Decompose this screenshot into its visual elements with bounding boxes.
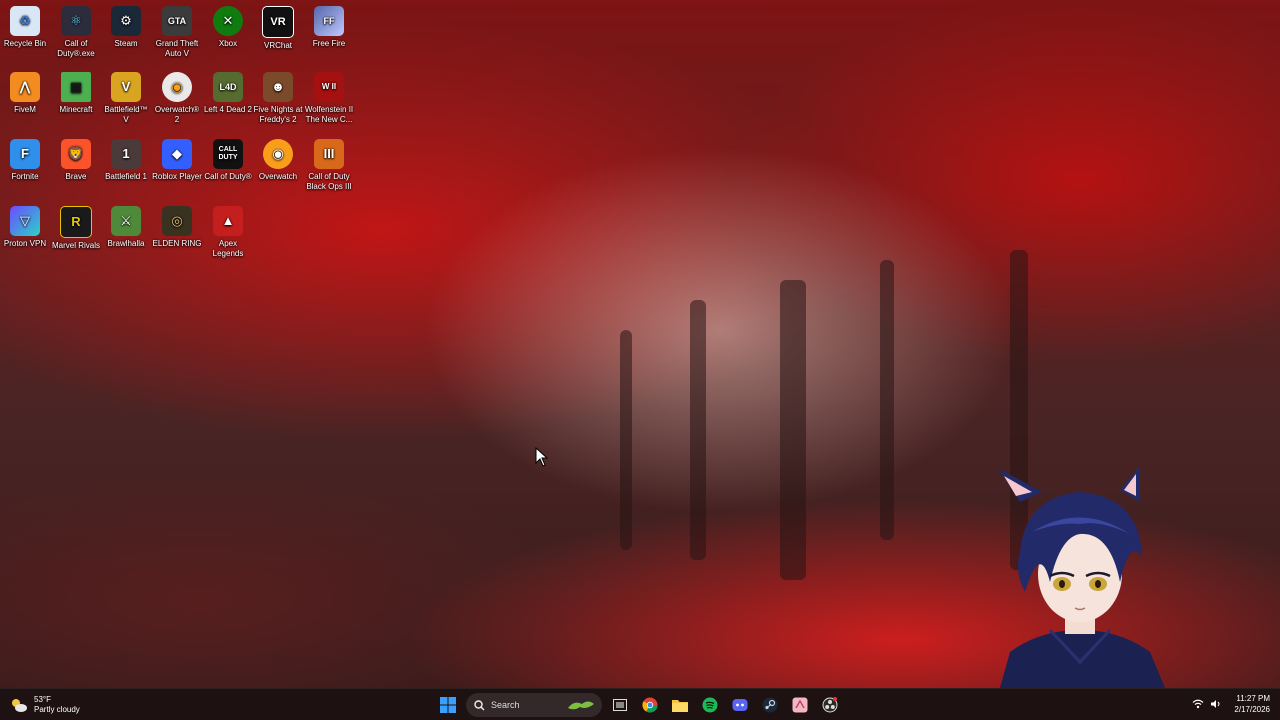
- desktop-icon-gta-v[interactable]: GTA Grand Theft Auto V: [152, 2, 202, 59]
- desktop-icon-battlefield-v[interactable]: V Battlefield™ V: [101, 68, 151, 125]
- vtuber-app-icon: [792, 697, 808, 713]
- brave-icon: 🦁: [61, 139, 91, 169]
- taskbar-obs[interactable]: [818, 693, 842, 717]
- desktop-icon-proton-vpn[interactable]: ▽ Proton VPN: [0, 202, 50, 249]
- desktop-icon-fortnite[interactable]: F Fortnite: [0, 135, 50, 182]
- minecraft-icon: ▦: [61, 72, 91, 102]
- desktop-icon-free-fire[interactable]: FF Free Fire: [304, 2, 354, 49]
- elden-ring-icon: ◎: [162, 206, 192, 236]
- mouse-cursor-icon: [535, 447, 549, 467]
- fnaf-icon: ☻: [263, 72, 293, 102]
- overwatch-icon: ◉: [162, 72, 192, 102]
- taskbar-search[interactable]: Search: [466, 693, 602, 717]
- proton-vpn-icon: ▽: [10, 206, 40, 236]
- desktop-icon-brave[interactable]: 🦁 Brave: [51, 135, 101, 182]
- desktop-icon-black-ops-3[interactable]: III Call of Duty Black Ops III: [304, 135, 354, 192]
- vrchat-icon: VR: [262, 6, 294, 38]
- desktop-icon-wolfenstein-2[interactable]: W II Wolfenstein II The New C...: [304, 68, 354, 125]
- system-tray: 11:27 PM 2/17/2026: [1192, 693, 1270, 715]
- steam-icon: ⚙: [111, 6, 141, 36]
- vtuber-avatar: [998, 466, 1165, 688]
- desktop-icon-vrchat[interactable]: VR VRChat: [253, 2, 303, 51]
- desktop-icon-elden-ring[interactable]: ◎ ELDEN RING: [152, 202, 202, 249]
- desktop-icon-minecraft[interactable]: ▦ Minecraft: [51, 68, 101, 115]
- steam-icon: [762, 697, 778, 713]
- fortnite-icon: F: [10, 139, 40, 169]
- weather-condition: Partly cloudy: [34, 705, 80, 714]
- desktop-icon-roblox-player[interactable]: ◆ Roblox Player: [152, 135, 202, 182]
- desktop-icon-call-of-duty-exe[interactable]: ⚛ Call of Duty®.exe: [51, 2, 101, 59]
- wifi-icon[interactable]: [1192, 699, 1204, 709]
- partly-cloudy-icon: [12, 699, 27, 712]
- search-highlight-icon: [568, 701, 594, 710]
- clock-time: 11:27 PM: [1236, 694, 1270, 703]
- left4dead-icon: L4D: [213, 72, 243, 102]
- desktop-icon-recycle-bin[interactable]: ♻ Recycle Bin: [0, 2, 50, 49]
- spotify-icon: [702, 697, 718, 713]
- desktop-icon-fivem[interactable]: ⋀ FiveM: [0, 68, 50, 115]
- atom-icon: ⚛: [61, 6, 91, 36]
- recycle-bin-icon: ♻: [10, 6, 40, 36]
- taskbar-chrome[interactable]: [638, 693, 662, 717]
- gta-icon: GTA: [162, 6, 192, 36]
- free-fire-icon: FF: [314, 6, 344, 36]
- overwatch-legacy-icon: ◉: [263, 139, 293, 169]
- taskbar: 53°F Partly cloudy Search 11:27 PM 2/17/…: [0, 688, 1280, 720]
- weather-temp: 53°F: [34, 695, 51, 704]
- desktop-icon-steam[interactable]: ⚙ Steam: [101, 2, 151, 49]
- task-view-button[interactable]: [608, 693, 632, 717]
- desktop-icon-xbox[interactable]: ✕ Xbox: [203, 2, 253, 49]
- taskbar-center: Search: [436, 692, 842, 718]
- roblox-icon: ◆: [162, 139, 192, 169]
- start-button[interactable]: [436, 693, 460, 717]
- desktop-icon-overwatch[interactable]: ◉ Overwatch: [253, 135, 303, 182]
- search-placeholder: Search: [491, 700, 520, 710]
- obs-icon: [822, 697, 838, 713]
- desktop-icon-overwatch-2[interactable]: ◉ Overwatch® 2: [152, 68, 202, 125]
- taskbar-discord[interactable]: [728, 693, 752, 717]
- desktop-icon-apex-legends[interactable]: ▲ Apex Legends: [203, 202, 253, 259]
- brawlhalla-icon: ⚔: [111, 206, 141, 236]
- taskbar-file-explorer[interactable]: [668, 693, 692, 717]
- black-ops-icon: III: [314, 139, 344, 169]
- desktop-icon-marvel-rivals[interactable]: R Marvel Rivals: [51, 202, 101, 251]
- desktop-icon-battlefield-1[interactable]: 1 Battlefield 1: [101, 135, 151, 182]
- clock-date: 2/17/2026: [1234, 705, 1270, 714]
- desktop-icon-left-4-dead-2[interactable]: L4D Left 4 Dead 2: [203, 68, 253, 115]
- apex-legends-icon: ▲: [213, 206, 243, 236]
- fivem-icon: ⋀: [10, 72, 40, 102]
- taskbar-vtuber-app[interactable]: [788, 693, 812, 717]
- discord-icon: [732, 699, 748, 711]
- xbox-icon: ✕: [213, 6, 243, 36]
- battlefield-v-icon: V: [111, 72, 141, 102]
- taskbar-clock[interactable]: 11:27 PM 2/17/2026: [1234, 693, 1270, 715]
- taskbar-spotify[interactable]: [698, 693, 722, 717]
- weather-widget[interactable]: 53°F Partly cloudy: [10, 694, 80, 716]
- desktop-icon-fnaf-2[interactable]: ☻ Five Nights at Freddy's 2: [253, 68, 303, 125]
- call-of-duty-icon: CALL DUTY: [213, 139, 243, 169]
- volume-icon[interactable]: [1210, 699, 1222, 709]
- taskbar-steam[interactable]: [758, 693, 782, 717]
- desktop-icon-brawlhalla[interactable]: ⚔ Brawlhalla: [101, 202, 151, 249]
- windows-start-icon: [440, 697, 456, 713]
- desktop-icon-call-of-duty[interactable]: CALL DUTY Call of Duty®: [203, 135, 253, 182]
- chrome-icon: [642, 697, 658, 713]
- wolfenstein-icon: W II: [314, 72, 344, 102]
- battlefield-1-icon: 1: [111, 139, 141, 169]
- search-icon: [474, 699, 485, 710]
- folder-icon: [672, 700, 688, 712]
- task-view-icon: [613, 699, 627, 711]
- marvel-rivals-icon: R: [60, 206, 92, 238]
